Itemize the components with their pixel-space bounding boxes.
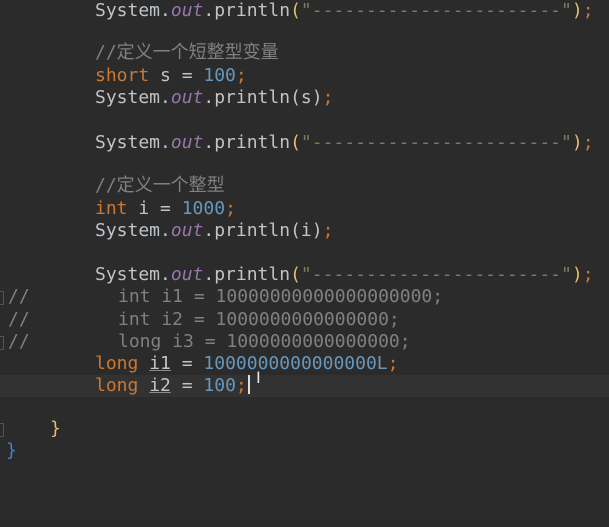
- code-token: out: [170, 132, 204, 153]
- code-token: i =: [127, 198, 182, 219]
- code-token: out: [170, 0, 204, 21]
- code-token: ;: [225, 198, 236, 219]
- code-token: out: [170, 87, 204, 108]
- code-token: ): [311, 87, 323, 108]
- code-text: System.out.println("--------------------…: [95, 0, 594, 22]
- code-token: System.: [95, 87, 171, 108]
- commented-code: long i3 = 1000000000000000;: [118, 331, 411, 352]
- fold-marker: [0, 291, 4, 305]
- closing-brace: }: [6, 440, 17, 461]
- number-literal: 1000: [181, 198, 226, 219]
- code-line[interactable]: int i = 1000;: [0, 198, 609, 220]
- commented-code: int i1 = 10000000000000000000;: [118, 286, 444, 307]
- variable-name: i1: [149, 353, 171, 374]
- code-comment: //定义一个整型: [95, 175, 225, 196]
- code-token: =: [170, 375, 204, 396]
- code-token: ;: [582, 132, 594, 153]
- code-line[interactable]: System.out.println(s);: [0, 87, 609, 109]
- code-token: i: [300, 220, 312, 241]
- code-token: =: [170, 353, 204, 374]
- code-line[interactable]: // long i3 = 1000000000000000;: [0, 331, 609, 353]
- text-caret: [247, 375, 250, 394]
- code-token: System.: [95, 264, 171, 285]
- code-text: int i = 1000;: [95, 198, 236, 220]
- code-comment: //定义一个短整型变量: [95, 42, 279, 63]
- code-token: .println: [203, 87, 291, 108]
- code-line[interactable]: // int i2 = 1000000000000000;: [0, 309, 609, 331]
- code-line[interactable]: }: [0, 418, 609, 440]
- code-line[interactable]: // int i1 = 10000000000000000000;: [0, 286, 609, 308]
- closing-brace: }: [50, 418, 61, 439]
- code-text: System.out.println("--------------------…: [95, 132, 594, 154]
- code-token: s: [300, 87, 312, 108]
- code-token: ;: [235, 375, 247, 396]
- code-token: .println: [203, 132, 291, 153]
- code-token: (: [290, 0, 301, 21]
- code-line[interactable]: //定义一个整型: [0, 175, 609, 197]
- number-literal: 100: [203, 65, 236, 86]
- code-line[interactable]: }: [0, 440, 609, 462]
- code-token: (: [290, 132, 301, 153]
- code-token: (: [290, 220, 301, 241]
- variable-name: i2: [149, 375, 171, 396]
- code-text: System.out.println("--------------------…: [95, 264, 594, 286]
- keyword: short: [95, 65, 150, 86]
- number-literal: 1000000000000000L: [203, 353, 388, 374]
- string-literal: "-----------------------": [300, 132, 572, 153]
- code-token: .println: [203, 264, 291, 285]
- code-token: ;: [322, 87, 334, 108]
- keyword: long: [95, 375, 139, 396]
- code-token: ): [571, 132, 583, 153]
- code-line[interactable]: System.out.println("--------------------…: [0, 132, 609, 154]
- code-token: (: [290, 87, 301, 108]
- code-line[interactable]: System.out.println(i);: [0, 220, 609, 242]
- code-token: ;: [582, 0, 594, 21]
- current-code-line[interactable]: long i2 = 100;: [0, 375, 609, 397]
- code-line[interactable]: System.out.println("--------------------…: [0, 264, 609, 286]
- string-literal: "-----------------------": [300, 264, 572, 285]
- code-text: long i1 = 1000000000000000L;: [95, 353, 398, 375]
- code-token: out: [170, 220, 204, 241]
- code-line[interactable]: System.out.println("--------------------…: [0, 0, 609, 22]
- code-token: out: [170, 264, 204, 285]
- code-token: ): [311, 220, 323, 241]
- fold-marker: [0, 423, 4, 437]
- comment-marker: //: [8, 309, 30, 330]
- fold-marker: [0, 336, 4, 350]
- code-line[interactable]: long i1 = 1000000000000000L;: [0, 353, 609, 375]
- code-token: ): [571, 0, 583, 21]
- code-text: long i2 = 100;: [95, 375, 250, 397]
- keyword: long: [95, 353, 139, 374]
- code-line[interactable]: short s = 100;: [0, 65, 609, 87]
- code-text: short s = 100;: [95, 65, 247, 87]
- code-token: s =: [149, 65, 204, 86]
- code-text: System.out.println(s);: [95, 87, 333, 109]
- keyword: int: [95, 198, 128, 219]
- comment-marker: //: [8, 286, 30, 307]
- code-line[interactable]: //定义一个短整型变量: [0, 42, 609, 64]
- commented-code: int i2 = 1000000000000000;: [118, 309, 400, 330]
- code-token: (: [290, 264, 301, 285]
- code-editor[interactable]: System.out.println("--------------------…: [0, 0, 609, 527]
- code-token: ;: [235, 65, 247, 86]
- mouse-ibeam-cursor-icon: I: [256, 368, 261, 387]
- comment-marker: //: [8, 331, 30, 352]
- number-literal: 100: [203, 375, 236, 396]
- string-literal: "-----------------------": [300, 0, 572, 21]
- code-token: ;: [322, 220, 334, 241]
- code-token: .println: [203, 220, 291, 241]
- code-token: ): [571, 264, 583, 285]
- code-token: System.: [95, 132, 171, 153]
- code-token: .println: [203, 0, 291, 21]
- code-text: System.out.println(i);: [95, 220, 333, 242]
- code-token: ;: [582, 264, 594, 285]
- code-token: System.: [95, 220, 171, 241]
- code-token: ;: [387, 353, 399, 374]
- code-token: System.: [95, 0, 171, 21]
